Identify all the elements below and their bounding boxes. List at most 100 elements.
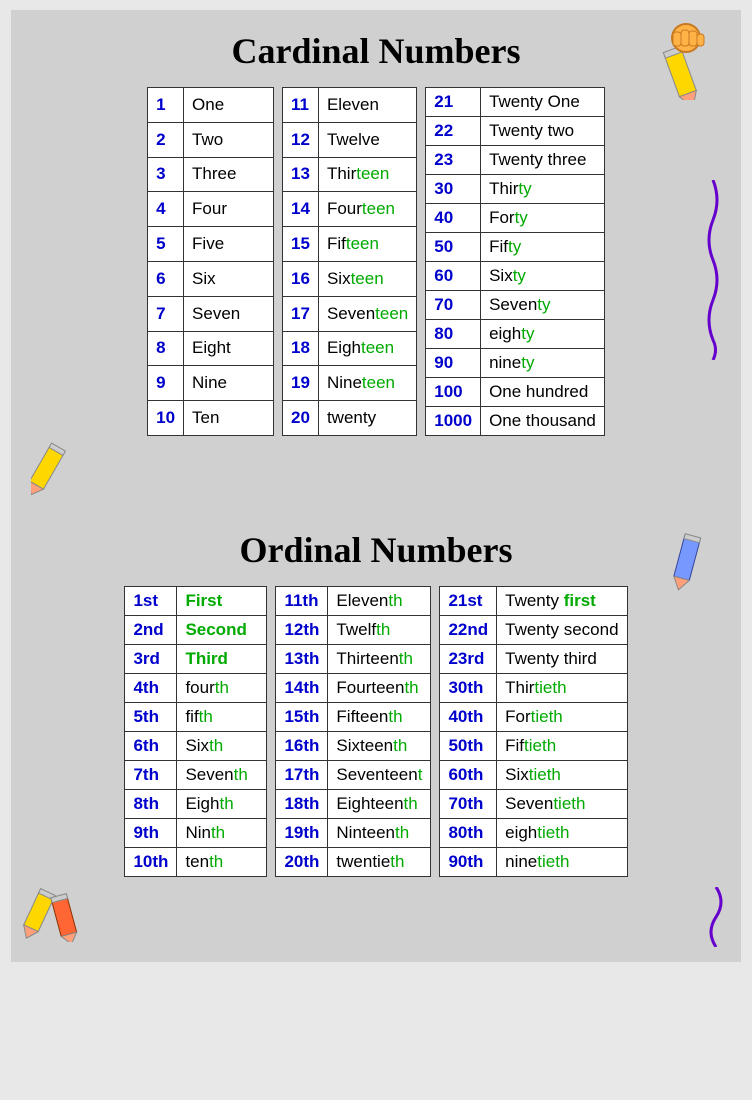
num-cell: 16 [283, 261, 319, 296]
word-cell: twenty [318, 401, 416, 436]
table-row: 90 ninety [426, 349, 605, 378]
table-row: 13 Thirteen [283, 157, 417, 192]
page: Cardinal Numbers 1 One 2 Two 3 Three [11, 10, 741, 962]
num-cell: 19 [283, 366, 319, 401]
pencil-top-right-icon [651, 20, 721, 105]
ord-word-cell: Eleventh [328, 587, 431, 616]
ord-word-cell: Third [177, 645, 267, 674]
num-cell: 10 [148, 401, 184, 436]
ord-word-cell: Fortieth [497, 703, 627, 732]
table-row: 15th Fifteenth [276, 703, 431, 732]
table-row: 11 Eleven [283, 88, 417, 123]
table-row: 14 Fourteen [283, 192, 417, 227]
num-cell: 6 [148, 261, 184, 296]
num-cell: 20 [283, 401, 319, 436]
table-row: 70th Seventieth [440, 790, 627, 819]
num-cell: 80 [426, 320, 481, 349]
table-row: 6th Sixth [125, 732, 267, 761]
ord-num-cell: 20th [276, 848, 328, 877]
ordinal-col1-table: 1st First 2nd Second 3rd Third 4th fourt… [124, 586, 267, 877]
word-cell: Forty [481, 204, 605, 233]
table-row: 9 Nine [148, 366, 274, 401]
ord-num-cell: 2nd [125, 616, 177, 645]
word-cell: One thousand [481, 407, 605, 436]
ord-word-cell: Twelfth [328, 616, 431, 645]
ord-word-cell: Sixtieth [497, 761, 627, 790]
ord-word-cell: fourth [177, 674, 267, 703]
table-row: 90th ninetieth [440, 848, 627, 877]
table-row: 23rd Twenty third [440, 645, 627, 674]
bottom-decorations [21, 887, 731, 952]
word-cell: Thirteen [318, 157, 416, 192]
num-cell: 15 [283, 227, 319, 262]
ord-word-cell: Twenty second [497, 616, 627, 645]
table-row: 6 Six [148, 261, 274, 296]
num-cell: 60 [426, 262, 481, 291]
table-row: 4th fourth [125, 674, 267, 703]
num-cell: 50 [426, 233, 481, 262]
num-cell: 30 [426, 175, 481, 204]
ord-num-cell: 14th [276, 674, 328, 703]
table-row: 30th Thirtieth [440, 674, 627, 703]
ord-word-cell: Twenty third [497, 645, 627, 674]
table-row: 50 Fifty [426, 233, 605, 262]
ord-word-cell: twentieth [328, 848, 431, 877]
ord-num-cell: 90th [440, 848, 497, 877]
table-row: 11th Eleventh [276, 587, 431, 616]
ord-word-cell: Sixteenth [328, 732, 431, 761]
num-cell: 1000 [426, 407, 481, 436]
ord-num-cell: 15th [276, 703, 328, 732]
ord-num-cell: 30th [440, 674, 497, 703]
word-cell: Sixty [481, 262, 605, 291]
table-row: 22 Twenty two [426, 117, 605, 146]
ord-word-cell: Sixth [177, 732, 267, 761]
table-row: 80th eightieth [440, 819, 627, 848]
ord-num-cell: 5th [125, 703, 177, 732]
ord-num-cell: 22nd [440, 616, 497, 645]
word-cell: One [184, 88, 274, 123]
table-row: 14th Fourteenth [276, 674, 431, 703]
ord-num-cell: 17th [276, 761, 328, 790]
table-row: 18 Eighteen [283, 331, 417, 366]
pencil-ordinal-right-icon [661, 529, 716, 604]
word-cell: Twelve [318, 122, 416, 157]
word-cell: Five [184, 227, 274, 262]
word-cell: Three [184, 157, 274, 192]
table-row: 23 Twenty three [426, 146, 605, 175]
ord-num-cell: 16th [276, 732, 328, 761]
table-row: 70 Seventy [426, 291, 605, 320]
word-cell: Four [184, 192, 274, 227]
table-row: 7th Seventh [125, 761, 267, 790]
ord-word-cell: tenth [177, 848, 267, 877]
ord-num-cell: 21st [440, 587, 497, 616]
ord-word-cell: Second [177, 616, 267, 645]
cardinal-tables: 1 One 2 Two 3 Three 4 Four [21, 87, 731, 436]
table-row: 40th Fortieth [440, 703, 627, 732]
table-row: 13th Thirteenth [276, 645, 431, 674]
word-cell: Eight [184, 331, 274, 366]
ord-word-cell: Thirteenth [328, 645, 431, 674]
ord-num-cell: 4th [125, 674, 177, 703]
table-row: 80 eighty [426, 320, 605, 349]
num-cell: 9 [148, 366, 184, 401]
ord-word-cell: Twenty first [497, 587, 627, 616]
purple-curve-right-icon [701, 887, 731, 952]
ordinal-col3-table: 21st Twenty first 22nd Twenty second 23r… [439, 586, 627, 877]
table-row: 16th Sixteenth [276, 732, 431, 761]
table-row: 60th Sixtieth [440, 761, 627, 790]
ord-num-cell: 23rd [440, 645, 497, 674]
table-row: 15 Fifteen [283, 227, 417, 262]
num-cell: 12 [283, 122, 319, 157]
table-row: 3 Three [148, 157, 274, 192]
table-row: 30 Thirty [426, 175, 605, 204]
table-row: 9th Ninth [125, 819, 267, 848]
ord-num-cell: 11th [276, 587, 328, 616]
word-cell: Twenty two [481, 117, 605, 146]
word-cell: Seventy [481, 291, 605, 320]
cardinal-col3-table: 21 Twenty One 22 Twenty two 23 Twenty th… [425, 87, 605, 436]
word-cell: One hundred [481, 378, 605, 407]
word-cell: Twenty three [481, 146, 605, 175]
table-row: 20 twenty [283, 401, 417, 436]
ord-word-cell: Seventh [177, 761, 267, 790]
ord-word-cell: eightieth [497, 819, 627, 848]
